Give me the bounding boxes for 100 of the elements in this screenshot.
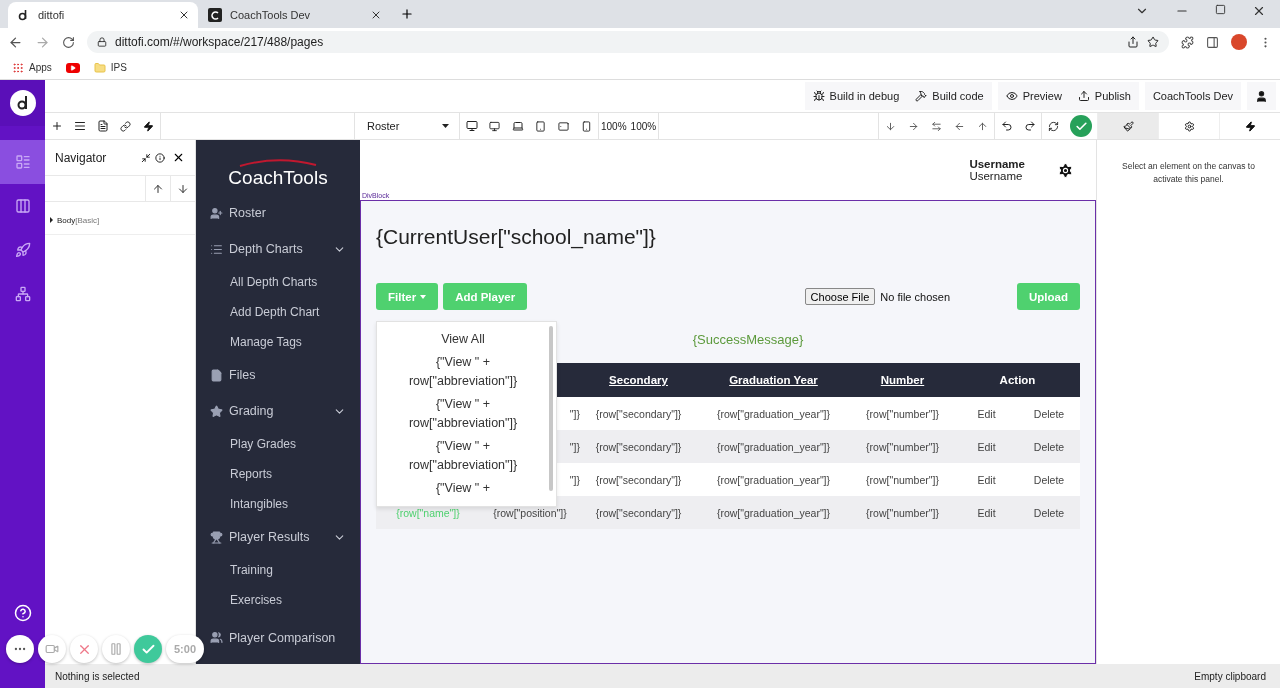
url-text: dittofi.com/#/workspace/217/488/pages [115,35,324,49]
side-panel-icon [1206,35,1219,49]
arrow-up-icon [152,183,164,195]
table-cell: {row["secondary"]} [580,397,697,430]
toolbar-button[interactable]: Build in debug [804,82,908,110]
pause-icon [109,642,123,656]
sidebar-item[interactable]: Roster [196,195,360,231]
back-icon [8,34,23,50]
star-icon [210,404,223,418]
file-icon [210,368,223,382]
column-header[interactable]: Secondary [580,363,697,397]
new-tab-icon [400,7,414,21]
row-action-link[interactable]: Delete [1033,506,1065,519]
extensions-icon [1181,35,1194,49]
user-plus-icon [210,206,223,220]
sidebar-item[interactable]: Player Results [196,519,360,555]
network-icon [14,286,31,302]
table-cell: {row["graduation_year"]} [697,430,850,463]
table-cell: {row["number"]} [850,397,955,430]
sidebar-item[interactable]: Player Comparison [210,615,360,660]
tab-title: dittofi [38,9,66,21]
column-header[interactable]: Action [955,363,1080,397]
page-dropdown[interactable]: Roster [355,113,459,139]
table-cell: {row["number"]} [850,496,955,529]
column-header[interactable]: Number [850,363,955,397]
sidebar-subitem[interactable]: Training [196,555,360,585]
success-message: {SuccessMessage} [692,332,804,347]
user-button[interactable] [1247,82,1276,110]
scrollbar-thumb[interactable] [549,326,553,491]
rocket-icon [14,242,31,258]
bookmark[interactable]: IPS [93,61,127,74]
table-cell: {row["graduation_year"]} [697,397,850,430]
user-role: Username [969,170,1024,182]
sidebar-subitem[interactable]: Play Grades [196,429,360,459]
arrow-down-icon [177,183,189,195]
row-action-link[interactable]: Edit [977,473,996,486]
bookmark-label: IPS [110,62,127,73]
toolbar-button[interactable]: Preview [997,82,1070,110]
row-action-link[interactable]: Edit [977,506,996,519]
bookmark[interactable]: Apps [12,61,52,74]
brush-icon [1122,120,1134,132]
collapse-icon [141,152,151,163]
sidebar-item[interactable]: Grading [196,393,360,429]
dropdown-item[interactable]: {"View " + row["abbreviation"]} [377,349,549,391]
done-button[interactable] [134,635,162,663]
tab-favicon-icon [208,8,222,22]
timer: 5:00 [166,635,204,663]
list-icon [14,154,31,170]
tab-title: CoachTools Dev [230,9,312,21]
brand-logo: CoachTools [228,167,328,189]
close-icon [178,9,190,21]
column-header[interactable]: Graduation Year [697,363,850,397]
browser-tab[interactable]: CoachTools Dev [200,2,390,28]
sidebar-subitem[interactable]: All Depth Charts [196,267,360,297]
caret-icon [420,294,427,299]
toolbar-button[interactable]: CoachTools Dev [1144,82,1241,110]
tree-item[interactable]: Body[Basic] [45,206,195,235]
row-action-link[interactable]: Edit [977,407,996,420]
bookmark[interactable] [65,62,80,73]
users-icon [210,631,223,644]
app-logo[interactable] [9,90,36,116]
toolbar-button[interactable]: Build code [907,82,992,110]
user-icon [1255,89,1268,103]
sidebar-item[interactable]: Files [196,357,360,393]
choose-file-button[interactable]: Choose File [804,288,876,305]
toolbar-button[interactable]: Publish [1069,82,1139,110]
row-action-link[interactable]: Delete [1033,473,1065,486]
address-bar[interactable]: dittofi.com/#/workspace/217/488/pages [87,31,1169,53]
info-icon [155,152,165,163]
sidebar-item[interactable]: Depth Charts [196,231,360,267]
table-cell: {row["secondary"]} [580,496,697,529]
lock-icon [97,37,107,47]
video-play-icon [65,62,80,73]
profile-avatar[interactable] [1231,34,1247,50]
help-icon [13,604,32,622]
bookmark-star-icon [1147,36,1159,48]
sidebar-subitem[interactable]: Manage Tags [196,327,360,357]
bug-icon [812,90,825,102]
folder-icon [93,61,106,74]
browser-tab[interactable]: dittofi [8,2,198,28]
trophy-icon [210,530,223,544]
table-cell: {row["secondary"]} [580,463,697,496]
expand-caret-icon[interactable] [50,217,53,223]
dropdown-item[interactable]: View All [377,326,549,349]
sidebar-subitem[interactable]: Add Depth Chart [196,297,360,327]
zoom-level: 100% [629,120,658,132]
caret-icon [442,124,449,128]
row-action-link[interactable]: Delete [1033,440,1065,453]
sidebar-subitem[interactable]: Exercises [196,585,360,615]
share-icon [1127,36,1139,48]
table-cell: {row["graduation_year"]} [697,463,850,496]
video-camera-icon [45,642,59,656]
row-action-link[interactable]: Delete [1033,407,1065,420]
check-icon[interactable] [1070,115,1092,137]
table-cell: {row["number"]} [850,463,955,496]
row-action-link[interactable]: Edit [977,440,996,453]
sidebar-subitem[interactable]: Intangibles [196,489,360,519]
sidebar-subitem[interactable]: Reports [196,459,360,489]
rail-button[interactable] [0,140,45,184]
camera-button[interactable] [38,635,66,663]
